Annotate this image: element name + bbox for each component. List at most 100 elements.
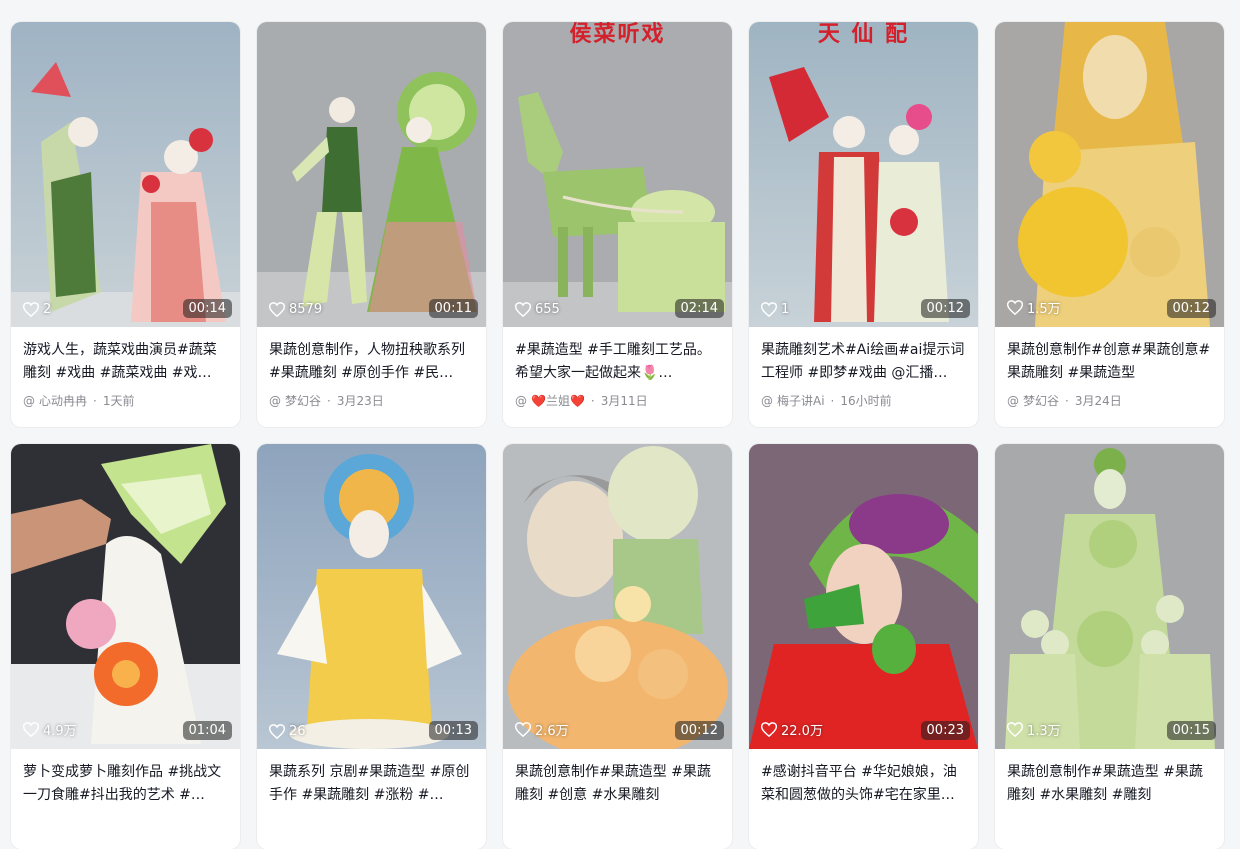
video-thumbnail[interactable]: 1.5万 00:12: [995, 22, 1224, 327]
video-title[interactable]: 果蔬创意制作#果蔬造型 #果蔬雕刻 #水果雕刻 #雕刻: [1007, 761, 1212, 807]
like-count-text: 22.0万: [781, 724, 823, 739]
video-card[interactable]: 26 00:13 果蔬系列 京剧#果蔬造型 #原创手作 #果蔬雕刻 #涨粉 #…: [257, 444, 486, 849]
thumbnail-caption: 天 仙 配: [817, 22, 910, 47]
like-count-text: 2.6万: [535, 724, 569, 739]
video-duration: 00:15: [1166, 721, 1216, 740]
video-card[interactable]: 2 00:14 游戏人生，蔬菜戏曲演员#蔬菜雕刻 #戏曲 #蔬菜戏曲 #戏… @…: [11, 22, 240, 427]
video-grid: 2 00:14 游戏人生，蔬菜戏曲演员#蔬菜雕刻 #戏曲 #蔬菜戏曲 #戏… @…: [11, 22, 1225, 849]
like-count-text: 8579: [289, 302, 323, 317]
video-title[interactable]: 果蔬创意制作，人物扭秧歌系列#果蔬雕刻 #原创手作 #民…: [269, 339, 474, 385]
author-name[interactable]: 梦幻谷: [1023, 392, 1059, 409]
video-card[interactable]: 4.9万 01:04 萝卜变成萝卜雕刻作品 #挑战文一刀食雕#抖出我的艺术 #…: [11, 444, 240, 849]
thumbnail-image: [995, 22, 1224, 327]
video-thumbnail[interactable]: 8579 00:11: [257, 22, 486, 327]
thumbnail-image: [995, 444, 1224, 749]
video-duration: 00:12: [1166, 299, 1216, 318]
thumbnail-image: [749, 444, 978, 749]
video-card[interactable]: 天 仙 配 1 00:12 果蔬雕刻艺术#Ai绘画#ai提示词工程师 #即梦#戏…: [749, 22, 978, 427]
like-count: 8579: [269, 302, 322, 317]
meta-separator: ·: [1065, 393, 1069, 408]
heart-icon: [269, 302, 285, 317]
heart-icon: [23, 722, 39, 737]
video-meta: @ 梦幻谷 · 3月24日: [1007, 392, 1212, 409]
video-title[interactable]: #感谢抖音平台 #华妃娘娘，油菜和圆葱做的头饰#宅在家里…: [761, 761, 966, 807]
like-count-text: 2: [43, 302, 52, 317]
like-count-text: 1: [781, 302, 790, 317]
video-meta: @ ❤️兰姐❤️ · 3月11日: [515, 392, 720, 409]
video-title[interactable]: #果蔬造型 #手工雕刻工艺品。希望大家一起做起来🌷…: [515, 339, 720, 385]
heart-icon: [515, 722, 531, 737]
video-meta: @ 心动冉冉 · 1天前: [23, 392, 228, 409]
like-count: 22.0万: [761, 720, 823, 739]
author-name[interactable]: 心动冉冉: [39, 392, 87, 409]
at-symbol: @: [515, 393, 527, 408]
video-thumbnail[interactable]: 1.3万 00:15: [995, 444, 1224, 749]
thumbnail-caption: 侯菜听戏: [569, 22, 666, 47]
video-meta: @ 梦幻谷 · 3月23日: [269, 392, 474, 409]
video-thumbnail[interactable]: 26 00:13: [257, 444, 486, 749]
thumbnail-image: [257, 444, 486, 749]
video-duration: 02:14: [674, 299, 724, 318]
video-card[interactable]: 8579 00:11 果蔬创意制作，人物扭秧歌系列#果蔬雕刻 #原创手作 #民……: [257, 22, 486, 427]
heart-icon: [1007, 300, 1023, 315]
heart-icon: [1007, 722, 1023, 737]
author-name[interactable]: 梦幻谷: [285, 392, 321, 409]
thumbnail-image: [11, 22, 240, 327]
video-card[interactable]: 1.3万 00:15 果蔬创意制作#果蔬造型 #果蔬雕刻 #水果雕刻 #雕刻: [995, 444, 1224, 849]
video-title[interactable]: 萝卜变成萝卜雕刻作品 #挑战文一刀食雕#抖出我的艺术 #…: [23, 761, 228, 807]
video-card[interactable]: 2.6万 00:12 果蔬创意制作#果蔬造型 #果蔬雕刻 #创意 #水果雕刻: [503, 444, 732, 849]
heart-icon: [761, 722, 777, 737]
author-name[interactable]: ❤️兰姐❤️: [531, 392, 585, 409]
like-count-text: 4.9万: [43, 724, 77, 739]
like-count: 2: [23, 302, 51, 317]
video-title[interactable]: 果蔬创意制作#果蔬造型 #果蔬雕刻 #创意 #水果雕刻: [515, 761, 720, 807]
video-card[interactable]: 侯菜听戏 655 02:14 #果蔬造型 #手工雕刻工艺品。希望大家一起做起来🌷…: [503, 22, 732, 427]
like-count-text: 655: [535, 302, 560, 317]
meta-separator: ·: [93, 393, 97, 408]
thumbnail-image: [503, 22, 732, 327]
publish-time: 3月11日: [600, 394, 648, 408]
like-count: 1.3万: [1007, 720, 1061, 739]
author-name[interactable]: 梅子讲Ai: [777, 392, 825, 409]
video-meta: @ 梅子讲Ai · 16小时前: [761, 392, 966, 409]
thumbnail-image: [749, 22, 978, 327]
at-symbol: @: [1007, 393, 1019, 408]
publish-time: 3月23日: [336, 394, 384, 408]
video-thumbnail[interactable]: 4.9万 01:04: [11, 444, 240, 749]
like-count: 26: [269, 724, 306, 739]
video-duration: 00:11: [428, 299, 478, 318]
meta-separator: ·: [830, 393, 835, 408]
like-count-text: 1.3万: [1027, 724, 1061, 739]
at-symbol: @: [761, 393, 773, 408]
thumbnail-image: [11, 444, 240, 749]
meta-separator: ·: [590, 393, 595, 408]
video-duration: 00:13: [428, 721, 478, 740]
video-thumbnail[interactable]: 2 00:14: [11, 22, 240, 327]
video-title[interactable]: 果蔬系列 京剧#果蔬造型 #原创手作 #果蔬雕刻 #涨粉 #…: [269, 761, 474, 807]
like-count: 4.9万: [23, 720, 77, 739]
video-title[interactable]: 果蔬创意制作#创意#果蔬创意#果蔬雕刻 #果蔬造型: [1007, 339, 1212, 385]
video-duration: 00:14: [182, 299, 232, 318]
like-count: 655: [515, 302, 560, 317]
video-title[interactable]: 游戏人生，蔬菜戏曲演员#蔬菜雕刻 #戏曲 #蔬菜戏曲 #戏…: [23, 339, 228, 385]
at-symbol: @: [23, 393, 35, 408]
video-card[interactable]: 22.0万 00:23 #感谢抖音平台 #华妃娘娘，油菜和圆葱做的头饰#宅在家里…: [749, 444, 978, 849]
like-count-text: 1.5万: [1027, 302, 1061, 317]
publish-time: 16小时前: [840, 394, 892, 408]
like-count: 1: [761, 302, 789, 317]
video-thumbnail[interactable]: 侯菜听戏 655 02:14: [503, 22, 732, 327]
video-thumbnail[interactable]: 22.0万 00:23: [749, 444, 978, 749]
thumbnail-image: [257, 22, 486, 327]
heart-icon: [515, 302, 531, 317]
video-thumbnail[interactable]: 天 仙 配 1 00:12: [749, 22, 978, 327]
video-card[interactable]: 1.5万 00:12 果蔬创意制作#创意#果蔬创意#果蔬雕刻 #果蔬造型 @ 梦…: [995, 22, 1224, 427]
video-thumbnail[interactable]: 2.6万 00:12: [503, 444, 732, 749]
video-duration: 00:23: [920, 721, 970, 740]
publish-time: 3月24日: [1074, 394, 1122, 408]
video-duration: 01:04: [182, 721, 232, 740]
like-count-text: 26: [289, 724, 306, 739]
video-title[interactable]: 果蔬雕刻艺术#Ai绘画#ai提示词工程师 #即梦#戏曲 @汇播…: [761, 339, 966, 385]
like-count: 2.6万: [515, 720, 569, 739]
at-symbol: @: [269, 393, 281, 408]
heart-icon: [269, 724, 285, 739]
